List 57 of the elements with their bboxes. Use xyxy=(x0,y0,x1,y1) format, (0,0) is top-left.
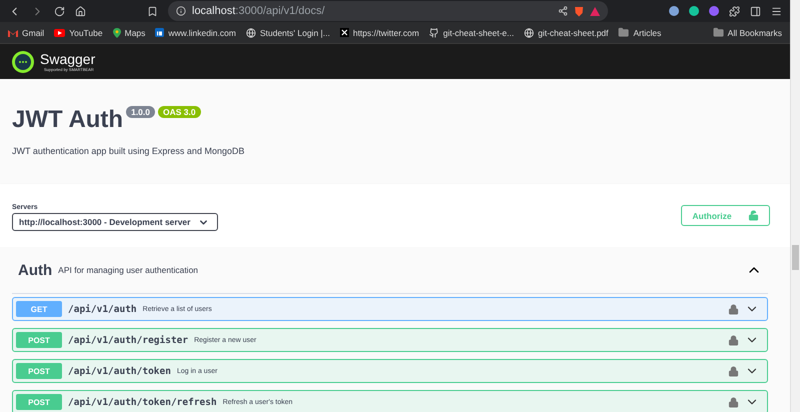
folder-icon xyxy=(618,27,630,38)
oas-badge: OAS 3.0 xyxy=(158,106,201,118)
info-icon xyxy=(176,6,186,16)
home-icon[interactable] xyxy=(75,6,86,16)
swagger-logo-icon xyxy=(12,50,34,72)
lock-icon[interactable] xyxy=(728,366,739,376)
all-bookmarks-button[interactable]: All Bookmarks xyxy=(712,27,782,38)
reload-icon[interactable] xyxy=(54,6,65,16)
folder-icon xyxy=(712,27,724,38)
bookmark-link[interactable]: git-cheat-sheet.pdf xyxy=(524,28,608,38)
x-logo-icon xyxy=(340,28,349,37)
share-icon[interactable] xyxy=(558,6,568,16)
method-label: POST xyxy=(16,363,62,379)
version-badge: 1.0.0 xyxy=(126,106,155,118)
bookmark-link[interactable]: https://twitter.com xyxy=(340,28,420,38)
api-title: JWT Auth xyxy=(12,106,124,134)
bookmark-link[interactable]: www.linkedin.com xyxy=(155,28,236,38)
tag-description: API for managing user authentication xyxy=(58,265,200,275)
triangle-icon[interactable] xyxy=(590,6,600,16)
sidebar-icon[interactable] xyxy=(750,6,761,16)
lock-icon[interactable] xyxy=(728,304,739,314)
extensions-icon[interactable] xyxy=(729,6,740,16)
bookmark-icon[interactable] xyxy=(147,6,158,16)
tag-name: Auth xyxy=(18,262,52,278)
brand-name: Swagger xyxy=(40,52,96,66)
in-logo-icon xyxy=(155,28,164,37)
github-icon xyxy=(429,28,440,38)
mail-icon xyxy=(8,28,18,36)
bookmark-link[interactable]: YouTube xyxy=(54,28,103,38)
address-bar[interactable]: localhost:3000/api/v1/docs/ xyxy=(168,1,608,21)
endpoint-path: /api/v1/auth/token xyxy=(68,366,171,376)
circle-icon[interactable] xyxy=(689,6,699,16)
lock-icon[interactable] xyxy=(728,396,739,408)
bookmark-link[interactable]: Articles xyxy=(618,27,662,38)
bookmark-link[interactable]: Maps xyxy=(112,28,146,38)
menu-icon[interactable] xyxy=(771,6,782,16)
bookmark-link[interactable]: Students' Login |... xyxy=(246,28,330,38)
globe-icon xyxy=(524,28,534,38)
method-label: POST xyxy=(16,332,62,348)
globe-icon xyxy=(246,28,256,38)
server-select[interactable]: http://localhost:3000 - Development server xyxy=(12,213,218,231)
circle-icon[interactable] xyxy=(669,6,679,16)
bookmark-link[interactable]: git-cheat-sheet-e... xyxy=(429,28,514,38)
bookmark-link[interactable]: Gmail xyxy=(8,28,44,38)
lock-icon[interactable] xyxy=(728,334,739,346)
circle-icon[interactable] xyxy=(709,6,719,16)
endpoint-path: /api/v1/auth/register xyxy=(68,334,188,346)
endpoint-path: /api/v1/auth/token/refresh xyxy=(68,396,217,408)
shield-icon[interactable] xyxy=(574,6,584,16)
method-label: POST xyxy=(16,394,62,410)
endpoint-path: /api/v1/auth xyxy=(68,304,137,314)
unlocked-icon xyxy=(748,210,759,221)
video-icon xyxy=(54,28,66,36)
api-description: JWT authentication app built using Express and MongoDB xyxy=(12,146,246,156)
method-label: GET xyxy=(16,301,62,317)
scrollbar-thumb[interactable] xyxy=(792,245,799,270)
map-pin-icon xyxy=(112,28,121,38)
